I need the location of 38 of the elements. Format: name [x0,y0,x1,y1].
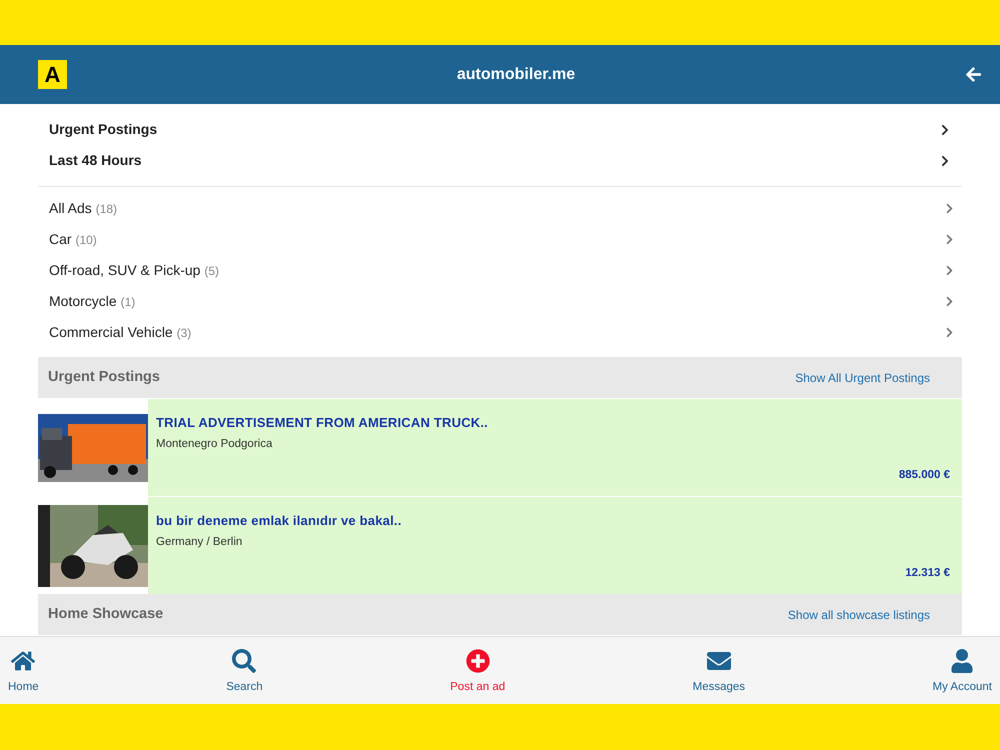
category-item[interactable]: Car (10) [38,224,962,255]
nav-tab[interactable]: My Account [932,644,992,696]
quick-link[interactable]: Urgent Postings [38,114,962,145]
plus-icon [466,648,490,673]
listing-location: Montenegro Podgorica [156,436,274,452]
person-icon [950,648,974,673]
site-title: automobiler.me [456,64,576,84]
chevron-icon [945,234,954,245]
chevron-icon [945,327,954,338]
nav-tab[interactable]: Home [8,644,39,696]
listing-location: Germany / Berlin [156,534,244,550]
show-all-link[interactable]: Show All Urgent Postings [795,368,930,386]
section-title: Home Showcase [48,604,164,624]
listing-title[interactable]: TRIAL ADVERTISEMENT FROM AMERICAN TRUCK.. [156,413,950,432]
back-icon[interactable] [965,66,982,83]
nav-tab[interactable]: Search [226,644,263,696]
nav-tab[interactable]: Post an ad [450,644,506,696]
show-all-link[interactable]: Show all showcase listings [788,606,930,624]
chevron-icon [945,265,954,276]
search-icon [232,648,256,673]
category-item[interactable]: All Ads (18) [38,193,962,224]
listing-price: 885.000 € [898,468,950,483]
listing-card[interactable]: bu bir deneme emlak ilanıdır ve bakal.. Germany / Berlin 12.313 € [38,497,962,594]
category-item[interactable]: Commercial Vehicle (3) [38,317,962,348]
listing-price: 12.313 € [905,566,950,581]
nav-tab[interactable]: Messages [692,644,746,696]
chevron-icon [945,203,954,214]
listing-card[interactable]: TRIAL ADVERTISEMENT FROM AMERICAN TRUCK.. Montenegro Podgorica 885.000 € [38,399,962,496]
category-item[interactable]: Off-road, SUV & Pick-up (5) [38,255,962,286]
logo: A [38,60,67,89]
chevron-icon [940,124,950,136]
chevron-icon [945,296,954,307]
listing-title[interactable]: bu bir deneme emlak ilanıdır ve bakal.. [156,511,950,530]
category-item[interactable]: Motorcycle (1) [38,286,962,317]
quick-link[interactable]: Last 48 Hours [38,145,962,176]
chevron-icon [940,154,950,166]
section-title: Urgent Postings [48,368,160,387]
home-icon [11,648,36,673]
